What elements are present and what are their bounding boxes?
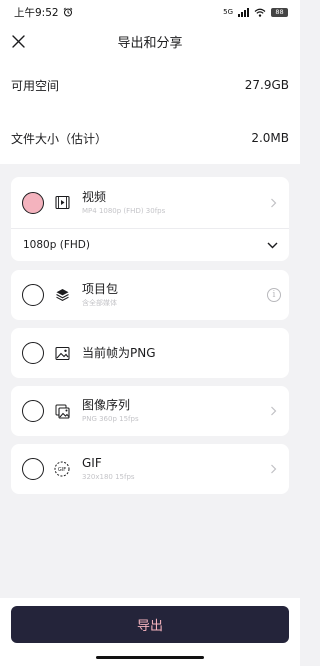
chevron-right-icon <box>268 198 278 208</box>
png-option-card: 当前帧为PNG <box>11 328 289 378</box>
project-subtitle: 含全部媒体 <box>82 299 117 307</box>
file-size-label: 文件大小（估计） <box>11 131 108 146</box>
sequence-option-card: 图像序列 PNG 360p 15fps <box>11 386 289 436</box>
export-button[interactable]: 导出 <box>11 606 289 643</box>
gif-option[interactable]: GIF GIF 320x180 15fps <box>11 444 289 494</box>
svg-text:GIF: GIF <box>58 467 66 473</box>
wifi-icon <box>254 8 266 17</box>
signal-icon <box>238 7 249 17</box>
image-sequence-icon <box>54 403 70 419</box>
gif-title: GIF <box>82 456 102 470</box>
storage-row: 可用空间 27.9GB <box>0 58 300 112</box>
png-radio[interactable] <box>22 342 44 364</box>
chevron-right-icon <box>268 406 278 416</box>
sequence-title: 图像序列 <box>82 398 131 412</box>
home-indicator <box>96 656 204 659</box>
sequence-subtitle: PNG 360p 15fps <box>82 415 139 423</box>
close-icon <box>11 34 25 48</box>
video-radio[interactable] <box>22 191 44 214</box>
storage-value: 27.9GB <box>244 78 289 92</box>
chevron-right-icon <box>268 464 278 474</box>
signal-label: 5G <box>223 8 233 16</box>
png-title: 当前帧为PNG <box>82 345 156 360</box>
sequence-radio[interactable] <box>22 400 44 422</box>
image-icon <box>54 345 70 361</box>
gif-subtitle: 320x180 15fps <box>82 473 135 481</box>
project-title: 项目包 <box>82 282 119 296</box>
video-option-card: 视频 MP4 1080p (FHD) 30fps 1080p (FHD) <box>11 177 289 261</box>
project-option[interactable]: 项目包 含全部媒体 i <box>11 270 289 320</box>
resolution-dropdown[interactable]: 1080p (FHD) <box>11 229 289 261</box>
page-title: 导出和分享 <box>117 35 183 51</box>
gif-option-card: GIF GIF 320x180 15fps <box>11 444 289 494</box>
file-size-row: 文件大小（估计） 2.0MB <box>0 112 300 164</box>
video-icon <box>54 195 70 211</box>
file-size-value: 2.0MB <box>251 131 289 145</box>
close-button[interactable] <box>8 31 28 51</box>
gif-icon: GIF <box>54 461 70 477</box>
chevron-down-icon <box>267 242 278 248</box>
alarm-icon <box>63 7 72 17</box>
video-subtitle: MP4 1080p (FHD) 30fps <box>82 206 166 215</box>
project-radio[interactable] <box>22 284 44 306</box>
sequence-option[interactable]: 图像序列 PNG 360p 15fps <box>11 386 289 436</box>
bottom-bar: 导出 <box>0 598 300 666</box>
info-icon[interactable]: i <box>267 288 281 302</box>
storage-label: 可用空间 <box>11 78 60 93</box>
project-option-card: 项目包 含全部媒体 i <box>11 270 289 320</box>
resolution-value: 1080p (FHD) <box>23 239 90 251</box>
gif-radio[interactable] <box>22 458 44 480</box>
battery-icon: 88 <box>271 7 288 17</box>
png-option[interactable]: 当前帧为PNG <box>11 328 289 378</box>
video-option[interactable]: 视频 MP4 1080p (FHD) 30fps <box>11 177 289 228</box>
header: 导出和分享 <box>0 24 300 58</box>
status-time: 上午9:52 <box>14 6 59 19</box>
video-title: 视频 <box>82 189 107 204</box>
project-package-icon <box>54 287 70 303</box>
status-bar: 上午9:52 5G 88 <box>0 0 300 24</box>
